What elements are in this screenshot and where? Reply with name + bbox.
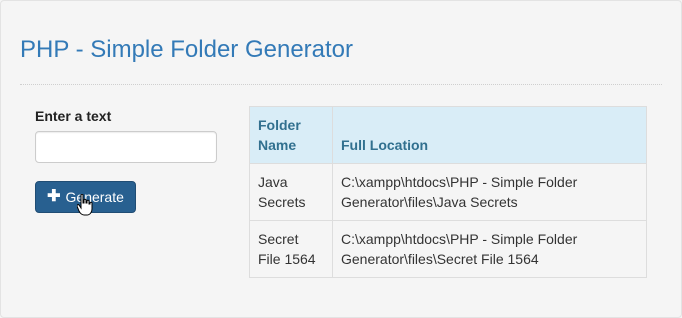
- full-location-cell: C:\xampp\htdocs\PHP - Simple Folder Gene…: [332, 163, 647, 221]
- folder-table: Folder Name Full Location Java Secrets C…: [249, 106, 647, 278]
- table-row: Secret File 1564 C:\xampp\htdocs\PHP - S…: [249, 220, 647, 278]
- hand-cursor-icon: [77, 194, 93, 216]
- column-header-full-location: Full Location: [332, 106, 647, 164]
- full-location-cell: C:\xampp\htdocs\PHP - Simple Folder Gene…: [332, 220, 647, 278]
- title-divider: [20, 84, 662, 85]
- table-header-row: Folder Name Full Location: [249, 106, 647, 164]
- folder-name-cell: Java Secrets: [249, 163, 333, 221]
- text-label: Enter a text: [35, 108, 112, 124]
- folder-name-cell: Secret File 1564: [249, 220, 333, 278]
- page-title: PHP - Simple Folder Generator: [20, 36, 354, 63]
- text-input[interactable]: [35, 131, 217, 163]
- plus-icon: ✚: [47, 188, 61, 205]
- table-row: Java Secrets C:\xampp\htdocs\PHP - Simpl…: [249, 163, 647, 221]
- column-header-folder-name: Folder Name: [249, 106, 333, 164]
- generate-button-label: Generate: [65, 189, 124, 205]
